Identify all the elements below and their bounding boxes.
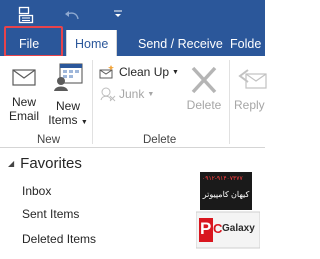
new-items-button[interactable]: New Items ▼ xyxy=(48,62,88,128)
folder-deleted-items[interactable]: Deleted Items xyxy=(22,232,96,246)
favorites-header[interactable]: ◢ Favorites xyxy=(8,155,82,172)
folder-inbox[interactable]: Inbox xyxy=(22,184,51,198)
new-items-icon xyxy=(52,62,84,92)
group-separator xyxy=(229,60,230,144)
new-email-icon xyxy=(10,65,38,89)
clean-up-button[interactable]: Clean Up ▼ xyxy=(98,63,179,81)
clean-up-icon xyxy=(98,64,116,80)
watermark-letter-c: C xyxy=(213,221,223,236)
watermark-letter-p: P xyxy=(200,219,212,238)
new-items-label-row: Items ▼ xyxy=(48,113,88,130)
reply-button[interactable]: Reply xyxy=(234,62,274,128)
new-items-label-line2: Items xyxy=(48,113,78,127)
customize-qat-icon[interactable] xyxy=(110,6,126,22)
new-group-label: New xyxy=(37,134,61,146)
pcgalaxy-watermark-logo: ۰۹۱۲-۹۱۴۰۷۳۷۷ کیهان کامپیوتر P C Galaxy xyxy=(195,168,261,252)
dropdown-arrow-icon: ▼ xyxy=(172,68,179,76)
ribbon-home: New Email New Items ▼ New Clean Up ▼ Jun… xyxy=(0,56,267,148)
clean-up-label: Clean Up xyxy=(119,65,170,79)
junk-label: Junk xyxy=(119,87,145,101)
watermark-brand-text: Galaxy xyxy=(222,223,255,234)
tab-folder[interactable]: Folde xyxy=(230,30,261,56)
watermark-fa-text: کیهان کامپیوتر xyxy=(202,190,250,199)
reply-label: Reply xyxy=(234,98,265,112)
delete-button[interactable]: Delete xyxy=(183,62,225,128)
dropdown-arrow-icon: ▼ xyxy=(147,90,155,98)
junk-button[interactable]: Junk ▼ xyxy=(98,85,154,103)
tab-home[interactable]: Home xyxy=(66,30,118,56)
tab-send-receive[interactable]: Send / Receive xyxy=(138,30,223,56)
delete-x-icon xyxy=(189,66,219,94)
favorites-label: Favorites xyxy=(20,155,82,172)
file-tab-highlight xyxy=(4,26,63,57)
group-separator xyxy=(92,60,93,144)
new-items-label-line1: New xyxy=(55,99,80,113)
new-email-button[interactable]: New Email xyxy=(6,62,42,128)
new-email-label-line1: New xyxy=(11,95,36,109)
collapse-arrow-icon: ◢ xyxy=(8,159,15,168)
outlook-layout-icon[interactable] xyxy=(16,5,36,25)
dropdown-arrow-icon: ▼ xyxy=(80,119,88,126)
folder-sent-items[interactable]: Sent Items xyxy=(22,207,79,221)
delete-group-label: Delete xyxy=(143,134,177,146)
delete-label: Delete xyxy=(186,98,222,112)
new-email-label-line2: Email xyxy=(8,109,39,123)
reply-icon xyxy=(238,66,268,94)
watermark-phone: ۰۹۱۲-۹۱۴۰۷۳۷۷ xyxy=(202,176,243,182)
junk-icon xyxy=(98,86,116,102)
undo-icon[interactable] xyxy=(62,6,82,24)
